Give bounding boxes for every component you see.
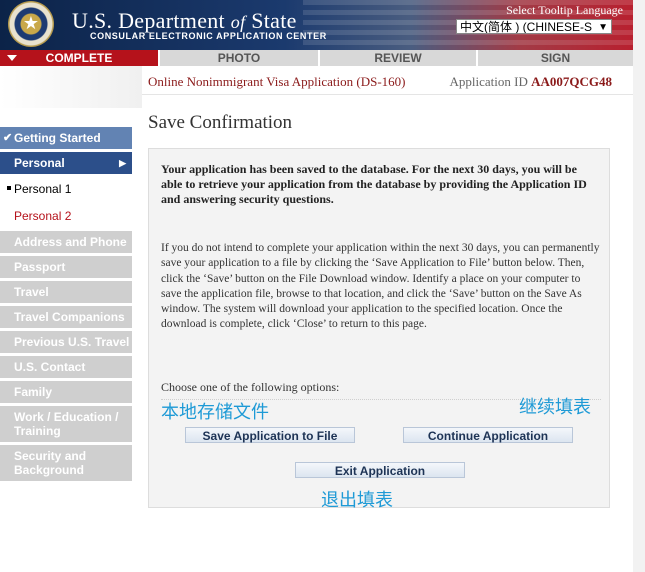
choose-options-label: Choose one of the following options: — [161, 380, 340, 394]
save-instructions: If you do not intend to complete your ap… — [161, 242, 600, 331]
sidebar-item-travel-companions: Travel Companions — [0, 306, 132, 328]
sidebar-item-travel: Travel — [0, 281, 132, 303]
saved-message: Your application has been saved to the d… — [161, 162, 587, 206]
sidebar-item-security-background: Security and Background — [0, 445, 132, 481]
sidebar-item-personal[interactable]: Personal ▶ — [0, 152, 132, 174]
sidebar-nav: ✔ Getting Started Personal ▶ Personal 1 … — [0, 127, 132, 484]
dropdown-arrow-icon: ▼ — [598, 22, 608, 33]
checkmark-icon: ✔ — [3, 132, 13, 144]
application-form-title: Online Nonimmigrant Visa Application (DS… — [148, 74, 406, 89]
exit-application-button[interactable]: Exit Application — [295, 462, 465, 478]
sidebar-top-shade — [0, 66, 142, 108]
sidebar-item-passport: Passport — [0, 256, 132, 278]
step-sign: SIGN — [476, 50, 633, 66]
sidebar-item-family: Family — [0, 381, 132, 403]
application-id: Application ID AA007QCG48 — [449, 74, 612, 89]
department-subtitle: CONSULAR ELECTRONIC APPLICATION CENTER — [90, 31, 327, 41]
current-page-bullet-icon — [7, 186, 11, 190]
sidebar-item-personal-2[interactable]: Personal 2 — [0, 204, 132, 228]
annotation-save-local: 本地存储文件 — [161, 402, 269, 422]
tooltip-language-select[interactable]: 中文(简体 ) (CHINESE-S ▼ — [456, 19, 612, 34]
step-review: REVIEW — [318, 50, 476, 66]
sidebar-item-work-education: Work / Education / Training — [0, 406, 132, 442]
step-photo: PHOTO — [158, 50, 318, 66]
step-complete: COMPLETE — [0, 50, 158, 66]
site-header: ★ U.S. Department of State CONSULAR ELEC… — [0, 0, 633, 50]
continue-application-button[interactable]: Continue Application — [403, 427, 573, 443]
caret-down-icon — [7, 55, 17, 61]
annotation-continue: 继续填表 — [519, 397, 591, 417]
sidebar-item-address-phone: Address and Phone — [0, 231, 132, 253]
save-confirmation-panel: Your application has been saved to the d… — [148, 148, 610, 510]
scrollbar-gutter — [633, 0, 645, 572]
application-id-value: AA007QCG48 — [531, 74, 612, 89]
tooltip-language-label: Select Tooltip Language — [506, 3, 623, 17]
sidebar-item-getting-started[interactable]: ✔ Getting Started — [0, 127, 132, 149]
sidebar-item-us-contact: U.S. Contact — [0, 356, 132, 378]
tooltip-language-value: 中文(简体 ) (CHINESE-S — [460, 20, 593, 34]
save-application-to-file-button[interactable]: Save Application to File — [185, 427, 355, 443]
state-department-seal-icon: ★ — [8, 1, 54, 47]
sidebar-item-previous-us-travel: Previous U.S. Travel — [0, 331, 132, 353]
title-divider — [142, 94, 633, 95]
annotation-exit: 退出填表 — [321, 490, 393, 510]
page-title: Save Confirmation — [148, 112, 293, 133]
sidebar-item-personal-1[interactable]: Personal 1 — [0, 177, 132, 201]
chevron-right-icon: ▶ — [119, 158, 126, 168]
progress-steps: COMPLETE PHOTO REVIEW SIGN — [0, 50, 633, 66]
